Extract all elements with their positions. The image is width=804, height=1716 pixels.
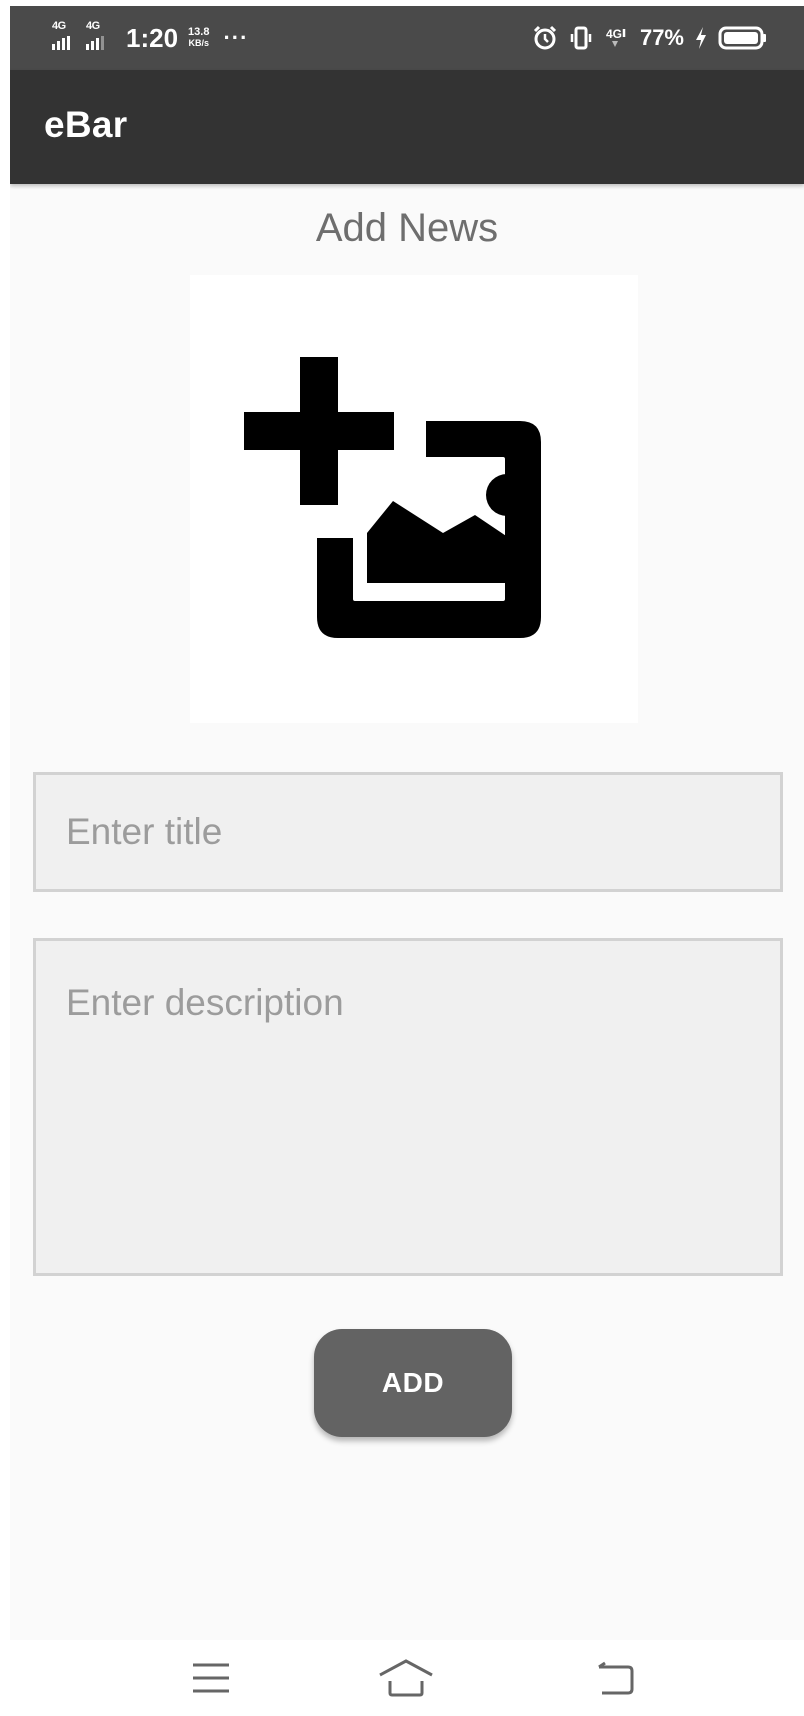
home-button[interactable] [366, 1640, 446, 1716]
status-bar-left: 4G 4G 1:20 13.8 KB/s ··· [52, 6, 248, 70]
vibrate-icon [568, 25, 594, 51]
network-speed: 13.8 KB/s [188, 27, 209, 49]
back-icon [598, 1661, 634, 1695]
app-title: eBar [44, 104, 128, 145]
clock: 1:20 [126, 22, 179, 53]
home-icon [379, 1659, 433, 1697]
svg-text:4G: 4G [606, 27, 622, 41]
menu-icon [193, 1663, 229, 1693]
network-type-label: 4G [86, 20, 100, 32]
app-bar: eBar [10, 70, 804, 184]
navigation-bar [10, 1640, 804, 1716]
page-title: Add News [315, 206, 499, 250]
data-icon: 4G [604, 25, 630, 51]
phone-screen: 4G 4G 1:20 13.8 KB/s ··· 4G 77% eBar Add… [10, 6, 804, 1716]
charging-icon [694, 26, 708, 50]
title-input[interactable] [33, 772, 783, 892]
signal-icon: 4G [52, 21, 80, 55]
add-button[interactable]: ADD [314, 1329, 512, 1437]
network-type-label: 4G [52, 20, 66, 32]
description-input[interactable] [33, 938, 783, 1276]
speed-value: 13.8 [188, 26, 210, 38]
more-notifications-icon: ··· [223, 25, 249, 50]
status-bar: 4G 4G 1:20 13.8 KB/s ··· 4G 77% [10, 6, 804, 70]
battery-icon [718, 25, 768, 51]
battery-percentage: 77% [639, 25, 684, 50]
alarm-icon [532, 25, 558, 51]
back-button[interactable] [576, 1640, 656, 1716]
speed-unit: KB/s [188, 38, 210, 48]
menu-button[interactable] [171, 1640, 251, 1716]
signal-icon: 4G [86, 21, 114, 55]
status-bar-right: 4G 77% [532, 6, 768, 70]
image-picker[interactable] [190, 275, 638, 723]
add-photo-icon [244, 357, 541, 638]
